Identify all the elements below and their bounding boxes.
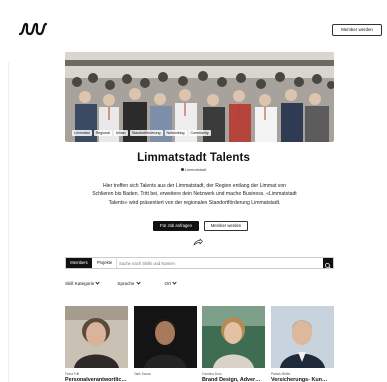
search-input[interactable] [119, 258, 319, 268]
location-pin-icon [180, 168, 184, 172]
tag-standortfoerderung[interactable]: Standortförderung [129, 130, 163, 136]
member-role: Personalverantwortliche im [65, 377, 128, 382]
hero-image [65, 52, 334, 142]
page-divider [8, 62, 9, 382]
chevron-down-icon [172, 280, 177, 285]
filter-label: Skill Kategorie [65, 281, 95, 286]
chevron-down-icon [135, 280, 141, 285]
filter-bar: Skill Kategorie Sprache Ort [65, 280, 177, 286]
tag-networking[interactable]: Networking [164, 130, 187, 136]
member-werden-button[interactable]: Member werden [204, 221, 248, 231]
tag-community[interactable]: Community [188, 130, 211, 136]
member-photo [271, 306, 334, 368]
hero-tag-list: Limmattal Regional Urban Standortförderu… [72, 130, 211, 136]
filter-label: Ort [164, 281, 171, 286]
lll-logo-icon[interactable] [18, 22, 48, 36]
member-name: Fiona Tritt [65, 372, 80, 376]
member-photo [65, 306, 128, 368]
member-photo [134, 306, 197, 368]
tag-urban[interactable]: Urban [113, 130, 128, 136]
page-title: Limmatstadt Talents [137, 152, 250, 164]
member-werden-header-button[interactable]: Member werden [332, 24, 382, 36]
chevron-down-icon [95, 280, 100, 285]
member-name: Patrick Müller [271, 372, 291, 376]
profile-description: Hier treffen sich Talents aus der Limmat… [92, 183, 297, 206]
member-photo [202, 306, 265, 368]
member-name: Carolina Duro [202, 372, 222, 376]
member-role: Brand Design, Adver… [202, 377, 261, 382]
job-request-button[interactable]: Für Job anfragen [153, 221, 199, 231]
location: Limmatstadt [0, 167, 387, 172]
share-icon[interactable] [193, 238, 203, 246]
member-card[interactable]: Carolina Duro Brand Design, Adver… [202, 306, 265, 382]
tab-members[interactable]: Members [66, 258, 92, 268]
tab-projects[interactable]: Projekte [93, 258, 117, 268]
search-icon [325, 263, 331, 269]
member-role: Versicherungs- Kun… [271, 377, 328, 382]
tag-limmattal[interactable]: Limmattal [72, 130, 92, 136]
member-card[interactable]: Fiona Tritt Personalverantwortliche im [65, 306, 128, 382]
filter-skill-kategorie[interactable]: Skill Kategorie [65, 280, 100, 286]
member-card[interactable]: Tarik Sousa [134, 306, 197, 382]
filter-label: Sprache [117, 281, 135, 286]
member-card[interactable]: Patrick Müller Versicherungs- Kun… [271, 306, 334, 382]
member-name: Tarik Sousa [134, 372, 151, 376]
search-button[interactable] [323, 258, 333, 269]
location-label: Limmatstadt [184, 167, 207, 172]
tag-regional[interactable]: Regional [93, 130, 112, 136]
filter-ort[interactable]: Ort [164, 280, 177, 286]
filter-sprache[interactable]: Sprache [117, 280, 141, 286]
